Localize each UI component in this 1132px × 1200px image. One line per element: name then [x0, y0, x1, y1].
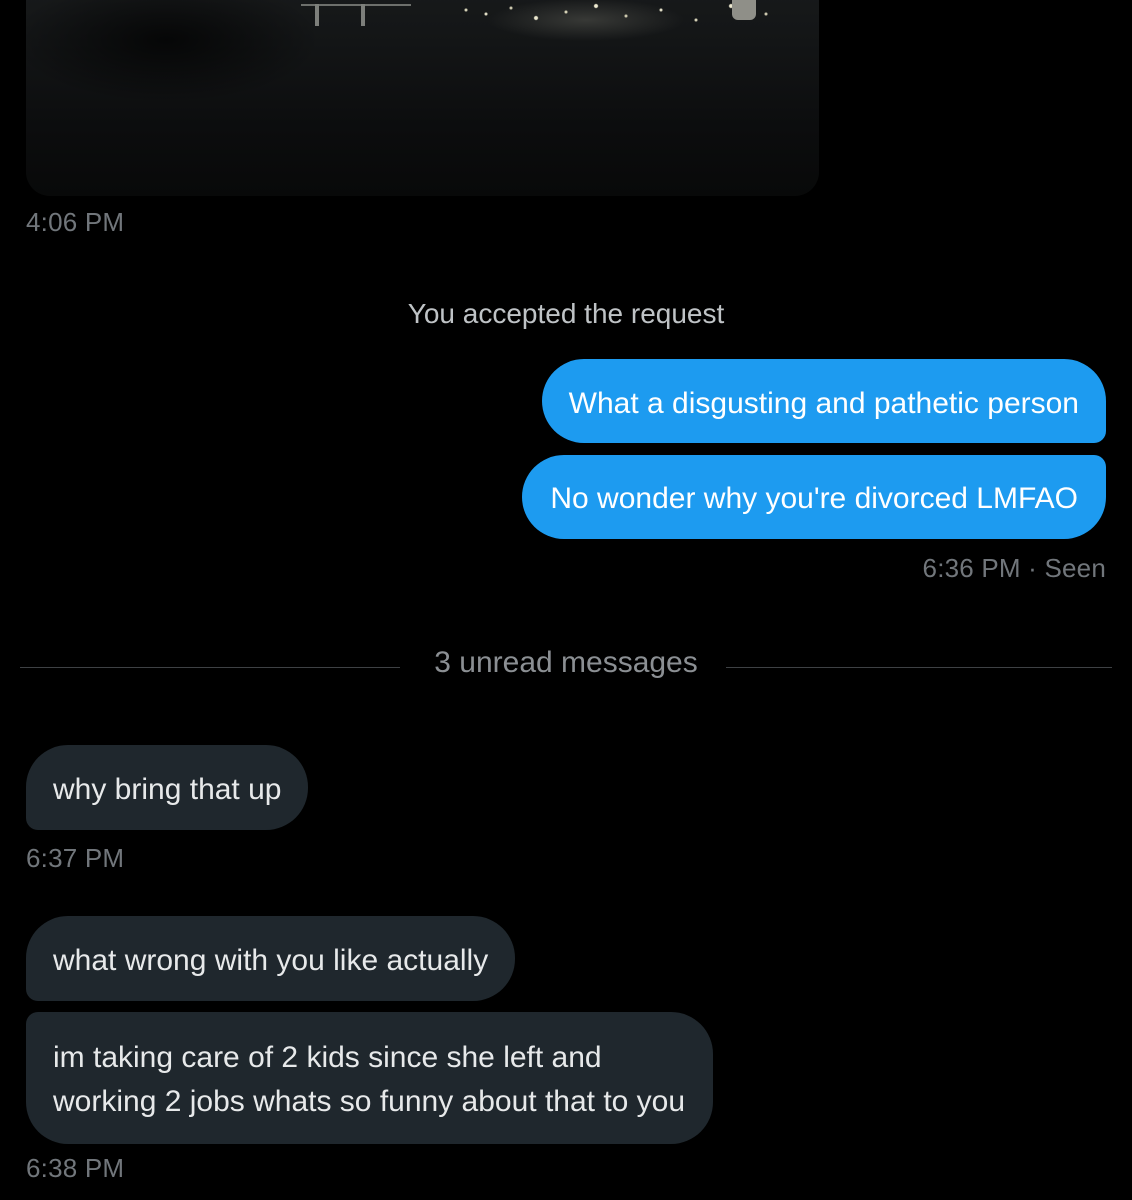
- received-message-timestamp: 6:38 PM: [26, 1153, 125, 1183]
- conversation-thread: 4:06 PM You accepted the request What a …: [0, 0, 1132, 1200]
- unread-count-label: 3 unread messages: [434, 646, 698, 679]
- received-message-timestamp: 6:37 PM: [26, 843, 125, 873]
- photo-bridge: [301, 4, 411, 26]
- received-message-text: working 2 jobs whats so funny about that…: [53, 1085, 686, 1118]
- received-message-text: why bring that up: [53, 773, 282, 806]
- sent-message-bubble[interactable]: No wonder why you're divorced LMFAO: [522, 455, 1106, 539]
- request-accepted-note: You accepted the request: [407, 298, 725, 329]
- photo-tower: [732, 0, 756, 20]
- unread-divider: 3 unread messages: [20, 646, 1112, 690]
- sent-status: 6:36 PM · Seen: [922, 553, 1106, 583]
- received-message-text: what wrong with you like actually: [53, 944, 489, 977]
- photo-city-lights: [456, 0, 816, 40]
- received-message-bubble[interactable]: im taking care of 2 kids since she left …: [26, 1012, 714, 1144]
- image-attachment[interactable]: [26, 0, 819, 196]
- sent-message-text: What a disgusting and pathetic person: [568, 387, 1079, 420]
- image-message-timestamp: 4:06 PM: [26, 207, 125, 237]
- sent-message-text: No wonder why you're divorced LMFAO: [550, 482, 1078, 515]
- received-message-bubble[interactable]: why bring that up: [26, 745, 309, 830]
- received-message-text: im taking care of 2 kids since she left …: [53, 1041, 602, 1074]
- sent-message-bubble[interactable]: What a disgusting and pathetic person: [541, 359, 1106, 443]
- divider-line: [726, 667, 1112, 668]
- received-message-bubble[interactable]: what wrong with you like actually: [26, 916, 516, 1001]
